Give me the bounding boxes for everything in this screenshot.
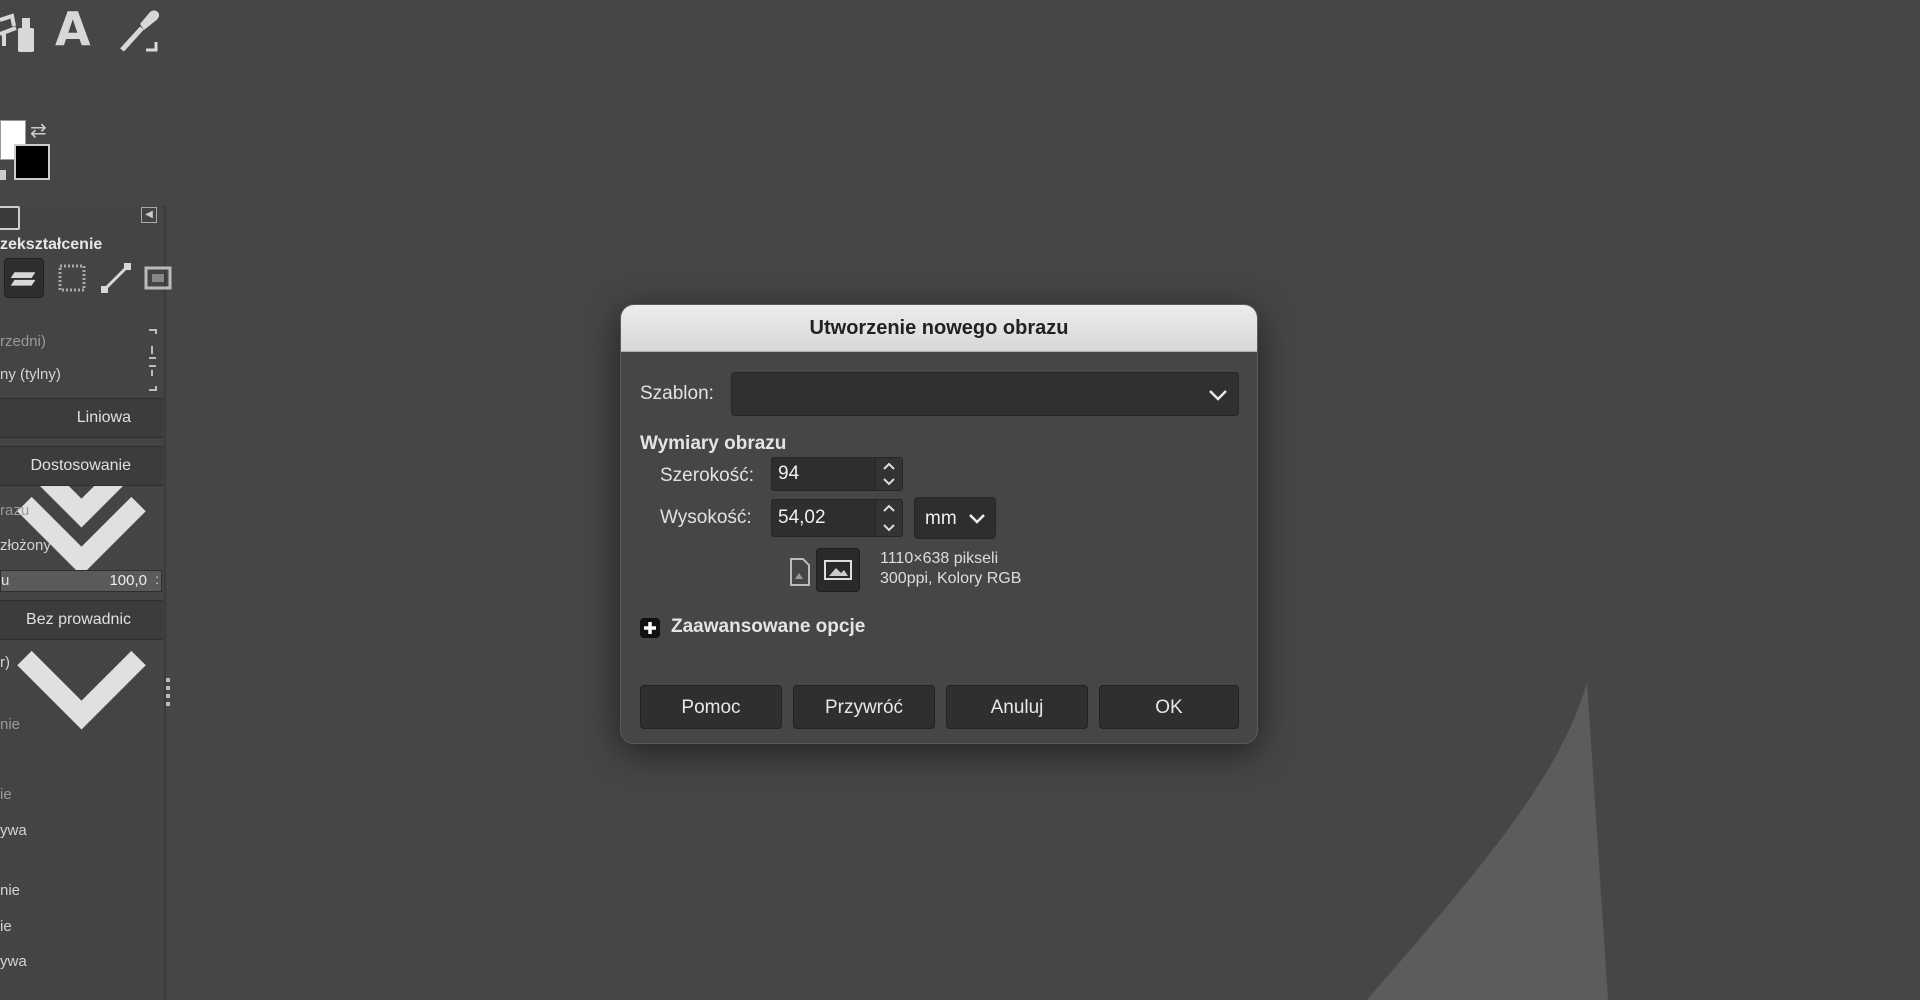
portrait-orientation-icon[interactable]	[779, 551, 819, 591]
option-text-1: r)	[0, 654, 10, 671]
template-select[interactable]	[731, 372, 1239, 416]
option-text-6: ie	[0, 918, 12, 935]
resolution-colorspace-text: 300ppi, Kolory RGB	[880, 570, 1022, 587]
transform-layer-icon[interactable]	[4, 258, 44, 298]
option-text-4: ywa	[0, 822, 27, 839]
image-size-info: 1110×638 pikseli 300ppi, Kolory RGB	[880, 549, 1021, 589]
opacity-value: 100,0	[109, 572, 147, 589]
ok-button[interactable]: OK	[1099, 685, 1239, 729]
transform-selection-icon[interactable]	[52, 258, 92, 298]
unit-select[interactable]: mm	[914, 497, 996, 539]
landscape-orientation-button[interactable]	[816, 548, 860, 592]
color-picker-icon[interactable]	[116, 6, 162, 54]
tool-options-title: zekształcenie	[0, 236, 103, 253]
option-text-7: ywa	[0, 953, 27, 970]
tool-options-tab-icon[interactable]	[0, 206, 20, 230]
transform-image-icon[interactable]	[140, 258, 180, 298]
image-size-heading: Wymiary obrazu	[640, 433, 787, 454]
swap-colors-icon[interactable]: ⇄	[30, 118, 47, 143]
spin-up-icon[interactable]	[882, 503, 896, 513]
spin-down-icon[interactable]	[882, 477, 896, 487]
toolbox: A ⇄ ◀ zekształcenie rzedni) ny (tylny) L…	[0, 0, 172, 1000]
width-input[interactable]	[772, 458, 876, 490]
clipping-value: Dostosowanie	[30, 457, 132, 474]
plus-icon	[640, 618, 660, 638]
advanced-options-label: Zaawansowane opcje	[671, 616, 866, 637]
dialog-title: Utworzenie nowego obrazu	[621, 305, 1257, 352]
default-colors-icon[interactable]	[0, 170, 6, 180]
spin-arrows-icon[interactable]: :	[155, 571, 159, 587]
image-opacity-slider[interactable]: u 100,0 :	[0, 570, 162, 592]
clipping-combo[interactable]: Dostosowanie	[0, 446, 163, 576]
height-label: Wysokość:	[660, 507, 752, 528]
reset-button[interactable]: Przywróć	[793, 685, 935, 729]
guides-combo[interactable]: Bez prowadnic	[0, 600, 163, 730]
text-tool-icon[interactable]: A	[55, 2, 91, 56]
panel-menu-icon[interactable]: ◀	[141, 207, 157, 223]
option-text-2: nie	[0, 716, 21, 733]
guides-value: Bez prowadnic	[26, 611, 131, 628]
panel-resize-handle[interactable]	[166, 678, 170, 708]
preview-label: razu	[0, 502, 30, 519]
spin-up-icon[interactable]	[882, 461, 896, 471]
cancel-button[interactable]: Anuluj	[946, 685, 1088, 729]
width-spin-arrows	[875, 458, 902, 490]
help-button[interactable]: Pomoc	[640, 685, 782, 729]
option-text-5: nie	[0, 882, 21, 899]
spin-down-icon[interactable]	[882, 523, 896, 533]
chevron-down-icon	[969, 514, 985, 524]
width-label: Szerokość:	[660, 465, 754, 486]
width-spinbox	[771, 457, 903, 491]
height-spinbox	[771, 499, 903, 537]
warp-transform-icon[interactable]	[0, 6, 40, 52]
unit-value: mm	[925, 508, 957, 529]
chain-link-icon[interactable]	[146, 328, 160, 392]
height-input[interactable]	[772, 500, 876, 536]
template-label: Szablon:	[640, 383, 714, 404]
interpolation-value: Liniowa	[76, 409, 131, 426]
interpolation-combo[interactable]: Liniowa	[0, 398, 163, 528]
height-spin-arrows	[875, 500, 902, 536]
direction-normal-label: rzedni)	[0, 333, 46, 350]
option-text-3: ie	[0, 786, 12, 803]
direction-corrective-label: ny (tylny)	[0, 366, 61, 383]
opacity-label: u	[1, 572, 10, 589]
new-image-dialog: Utworzenie nowego obrazu Szablon: Wymiar…	[620, 304, 1258, 744]
preview-value[interactable]: złożony	[0, 537, 51, 554]
transform-path-icon[interactable]	[96, 258, 136, 298]
background-color-swatch[interactable]	[14, 144, 50, 180]
chevron-down-icon	[1209, 390, 1227, 401]
pixel-size-text: 1110×638 pikseli	[880, 550, 999, 567]
landscape-orientation-icon	[824, 560, 852, 580]
